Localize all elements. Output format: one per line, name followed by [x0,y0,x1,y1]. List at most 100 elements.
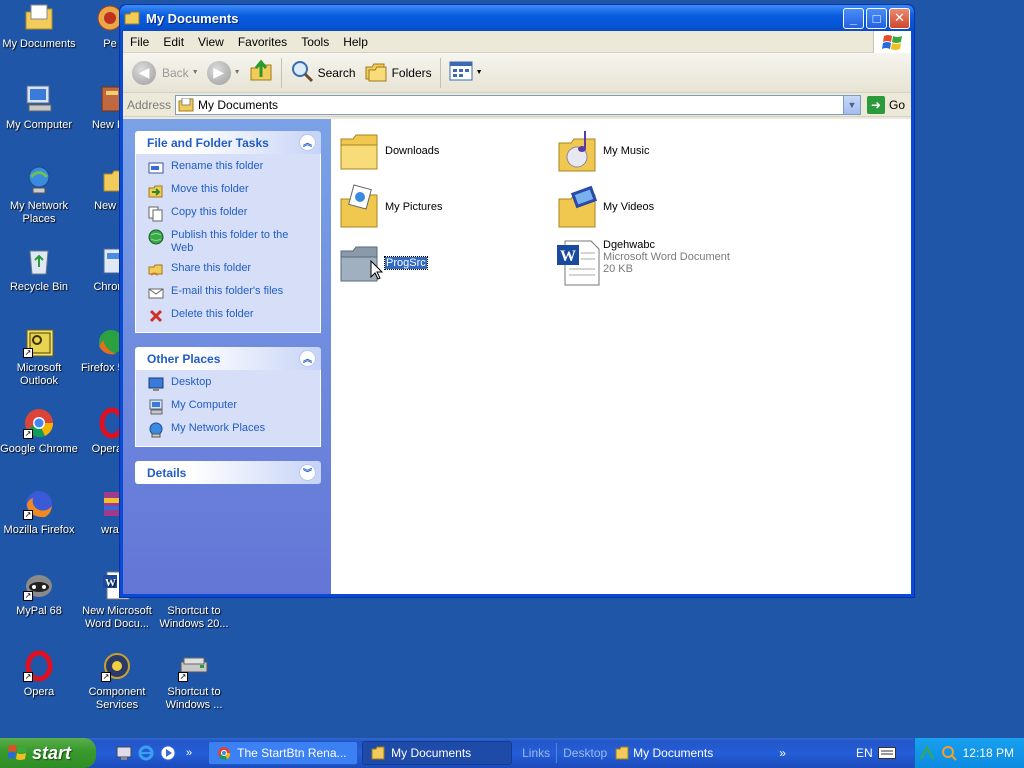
task-move-folder[interactable]: Move this folder [148,183,310,199]
chevron-down-icon[interactable]: ▼ [192,69,199,76]
menu-file[interactable]: File [123,35,156,49]
move-icon [148,183,164,199]
desktop-icon-label: Shortcut to Windows ... [165,686,223,711]
file-item-my-videos[interactable]: My Videos [555,183,654,231]
desktop-icon-mozilla-firefox[interactable]: ↗ Mozilla Firefox [0,488,78,537]
folder-icon [615,746,629,760]
menu-view[interactable]: View [191,35,231,49]
desktop-icon-my-documents[interactable]: My Documents [0,2,78,51]
collapse-chevron-icon[interactable]: ︽ [299,134,316,151]
desktop-icon [148,376,164,392]
menu-help[interactable]: Help [336,35,375,49]
keyboard-icon[interactable] [878,747,896,759]
file-list[interactable]: Downloads My Music My Pictures My Videos… [331,119,911,594]
rename-input[interactable]: ProgSrc [384,256,428,270]
computer-icon [23,83,55,115]
desktop-icon-component-services[interactable]: ↗ Component Services [78,650,156,712]
start-button[interactable]: start [0,738,96,768]
desktop-toolbar-label[interactable]: Desktop [563,746,607,760]
file-item-my-music[interactable]: My Music [555,127,649,175]
place-my-computer[interactable]: My Computer [148,399,310,415]
system-tray: 12:18 PM [914,738,1024,768]
globe-icon [148,229,164,245]
svg-text:W: W [560,248,576,265]
address-dropdown-button[interactable]: ▼ [842,95,860,114]
task-publish-web[interactable]: Publish this folder to the Web [148,229,310,255]
task-share-folder[interactable]: Share this folder [148,262,310,278]
desktop-icon-shortcut-windows-2[interactable]: ↗ Shortcut to Windows ... [155,650,233,712]
desktop-icon-label: Mozilla Firefox [3,524,75,536]
desktop-icon-label: Shortcut to Windows 20... [159,605,229,630]
task-copy-folder[interactable]: Copy this folder [148,206,310,222]
search-button[interactable]: Search [286,57,360,89]
task-delete-folder[interactable]: Delete this folder [148,308,310,324]
address-value: My Documents [198,97,279,112]
window-titlebar[interactable]: My Documents _ □ ✕ [120,5,914,31]
firefox-icon: ↗ [23,488,55,520]
search-icon[interactable] [941,745,957,761]
show-desktop-icon[interactable] [116,745,132,761]
desktop-icon-label: MyPal 68 [16,605,62,617]
forward-arrow-icon: ▶ [206,60,231,85]
clock[interactable]: 12:18 PM [963,746,1014,760]
back-button[interactable]: ◀ Back ▼ [128,57,203,89]
internet-explorer-icon[interactable] [138,745,154,761]
address-input[interactable]: My Documents ▼ [175,94,861,115]
views-button[interactable]: ▼ [445,57,487,89]
file-item-progsrc[interactable]: ProgSrc [337,239,428,287]
folders-button[interactable]: Folders [360,57,436,89]
panel-header[interactable]: Details ︾ [135,461,321,484]
computer-icon [148,399,164,415]
links-my-documents[interactable]: My Documents [615,746,713,760]
collapse-chevron-icon[interactable]: ︽ [299,350,316,367]
desktop-icon-my-computer[interactable]: My Computer [0,83,78,132]
go-button[interactable]: ➜ Go [861,95,911,114]
panel-title: Details [147,465,187,480]
file-item-dgehwabc[interactable]: W Dgehwabc Microsoft Word Document 20 KB [555,239,730,287]
expand-chevron-icon[interactable]: ︾ [299,464,316,481]
music-folder-icon [555,127,603,175]
panel-body: Rename this folder Move this folder Copy… [135,154,321,333]
network-icon[interactable] [919,745,935,761]
panel-header[interactable]: Other Places ︽ [135,347,321,370]
file-item-my-pictures[interactable]: My Pictures [337,183,442,231]
language-indicator[interactable]: EN [856,746,873,760]
chrome-icon [217,746,231,760]
desktop-icon-my-network-places[interactable]: My Network Places [0,164,78,226]
taskbar-item-my-documents[interactable]: My Documents [362,741,513,765]
my-documents-icon [23,2,55,34]
chevron-down-icon[interactable]: ▼ [234,69,241,76]
close-button[interactable]: ✕ [889,7,910,29]
taskbar-item-chrome[interactable]: The StartBtn Rena... [208,741,359,765]
chevron-right-icon[interactable]: » [186,747,192,759]
explorer-window: My Documents _ □ ✕ File Edit View Favori… [119,4,915,598]
place-desktop[interactable]: Desktop [148,376,310,392]
file-details: Dgehwabc Microsoft Word Document 20 KB [603,239,730,275]
panel-title: File and Folder Tasks [147,135,269,150]
media-player-icon[interactable] [160,745,176,761]
desktop-icon-recycle-bin[interactable]: Recycle Bin [0,245,78,294]
minimize-button[interactable]: _ [843,7,864,29]
menu-edit[interactable]: Edit [156,35,191,49]
maximize-button[interactable]: □ [866,7,887,29]
desktop-icon-google-chrome[interactable]: ↗ Google Chrome [0,407,78,456]
menu-tools[interactable]: Tools [294,35,336,49]
mypal-icon: ↗ [23,569,55,601]
panel-header[interactable]: File and Folder Tasks ︽ [135,131,321,154]
place-my-network-places[interactable]: My Network Places [148,422,310,438]
forward-button[interactable]: ▶ ▼ [203,57,245,89]
menu-bar: File Edit View Favorites Tools Help [123,31,911,53]
task-email-files[interactable]: E-mail this folder's files [148,285,310,301]
desktop-icon-mypal[interactable]: ↗ MyPal 68 [0,569,78,618]
links-label[interactable]: Links [522,746,550,760]
quick-launch: » [116,745,192,761]
up-folder-button[interactable] [245,57,277,89]
desktop-icon-opera[interactable]: ↗ Opera [0,650,78,699]
desktop-icon-microsoft-outlook[interactable]: ↗ Microsoft Outlook [0,326,78,388]
windows-logo-icon [873,31,911,53]
menu-favorites[interactable]: Favorites [231,35,294,49]
file-item-downloads[interactable]: Downloads [337,127,439,175]
chevron-right-icon[interactable]: » [779,746,786,760]
task-rename-folder[interactable]: Rename this folder [148,160,310,176]
delete-icon [148,308,164,324]
